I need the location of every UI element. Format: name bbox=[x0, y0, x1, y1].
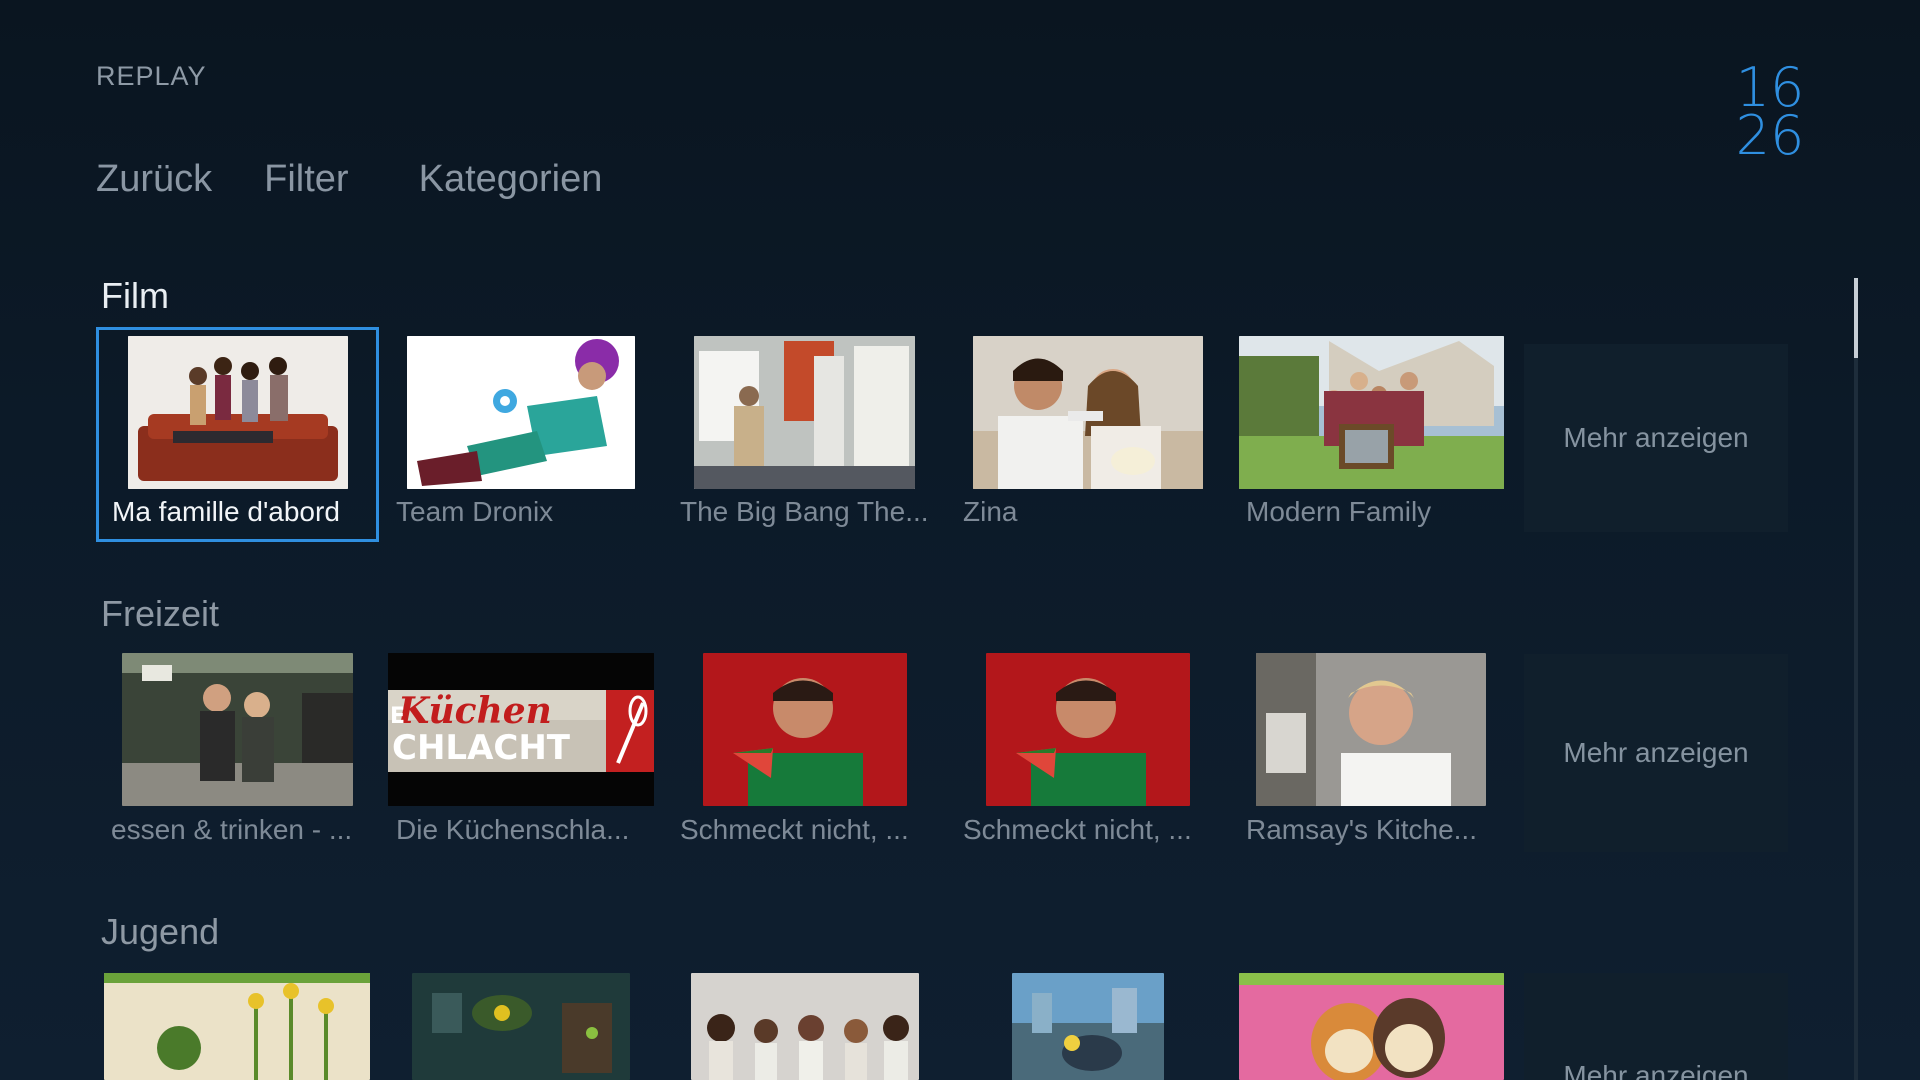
row-title-freizeit: Freizeit bbox=[101, 593, 220, 634]
tile-title: essen & trinken - ... bbox=[111, 814, 353, 845]
thumbnail bbox=[407, 336, 635, 489]
tile-jugend-5[interactable] bbox=[1239, 973, 1504, 1080]
scrollbar-track[interactable] bbox=[1854, 278, 1858, 1080]
kuechen-logo-prefix: E bbox=[390, 704, 405, 729]
tile-title: Schmeckt nicht, ... bbox=[680, 814, 909, 845]
tile-title: Zina bbox=[963, 496, 1018, 527]
more-button-label: Mehr anzeigen bbox=[1563, 1060, 1749, 1080]
thumbnail bbox=[128, 336, 348, 489]
top-nav: Zurück Filter Kategorien bbox=[96, 158, 654, 201]
thumbnail bbox=[122, 653, 353, 806]
clock: 16 26 bbox=[1730, 61, 1810, 167]
tile-title: Die Küchenschla... bbox=[396, 814, 630, 845]
thumbnail bbox=[1256, 653, 1486, 806]
kuechen-logo-line1: Küchen bbox=[397, 690, 552, 732]
row-title-film: Film bbox=[101, 275, 169, 316]
thumbnail bbox=[1239, 336, 1504, 489]
filter-button[interactable]: Filter bbox=[264, 158, 348, 201]
tile-jugend-4[interactable] bbox=[1012, 973, 1164, 1080]
tile-title: Ma famille d'abord bbox=[112, 496, 340, 527]
thumbnail bbox=[973, 336, 1203, 489]
tile-title: Schmeckt nicht, ... bbox=[963, 814, 1192, 845]
more-button-jugend[interactable]: Mehr anzeigen bbox=[1524, 973, 1788, 1080]
tile-title: Team Dronix bbox=[396, 496, 554, 527]
clock-minute: 26 bbox=[1735, 104, 1805, 167]
back-button[interactable]: Zurück bbox=[96, 158, 212, 201]
tile-title: The Big Bang The... bbox=[680, 496, 929, 527]
tile-title: Modern Family bbox=[1246, 496, 1432, 527]
thumbnail: Küchen E CHLACHT bbox=[388, 653, 654, 806]
tile-jugend-2[interactable] bbox=[412, 973, 630, 1080]
tile-jugend-1[interactable] bbox=[104, 973, 370, 1080]
scrollbar-thumb[interactable] bbox=[1854, 278, 1858, 358]
more-button-film[interactable]: Mehr anzeigen bbox=[1524, 344, 1788, 532]
row-title-jugend: Jugend bbox=[101, 911, 220, 952]
thumbnail bbox=[986, 653, 1190, 806]
tile-title: Ramsay's Kitche... bbox=[1246, 814, 1477, 845]
tile-jugend-3[interactable] bbox=[691, 973, 919, 1080]
thumbnail bbox=[703, 653, 907, 806]
more-button-freizeit[interactable]: Mehr anzeigen bbox=[1524, 654, 1788, 852]
kuechen-logo-line2: CHLACHT bbox=[392, 728, 571, 768]
thumbnail bbox=[694, 336, 915, 489]
categories-button[interactable]: Kategorien bbox=[419, 158, 603, 201]
section-label: REPLAY bbox=[96, 61, 207, 91]
